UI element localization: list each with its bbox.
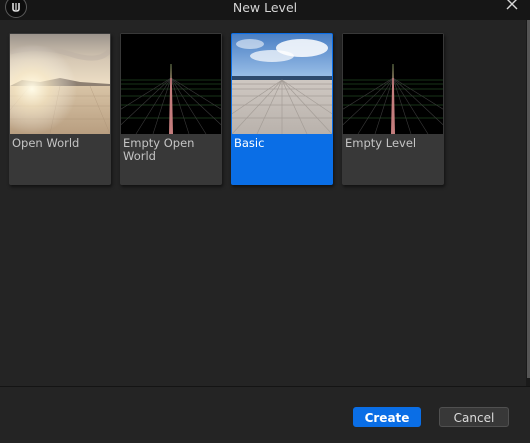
scrollbar[interactable] [526, 20, 530, 386]
title-bar: New Level [0, 0, 530, 20]
create-button[interactable]: Create [353, 407, 421, 427]
window-title: New Level [232, 0, 298, 15]
template-card-open-world[interactable]: Open World [9, 33, 111, 185]
template-label: Empty Open World [123, 136, 195, 163]
template-label: Basic [234, 136, 265, 150]
basic-thumbnail [232, 34, 332, 134]
template-card-empty-level[interactable]: Empty Level [342, 33, 444, 185]
template-card-basic[interactable]: Basic [231, 33, 333, 185]
close-icon[interactable] [504, 0, 520, 12]
open-world-thumbnail [10, 34, 110, 134]
template-label: Empty Level [345, 136, 417, 150]
empty-open-world-thumbnail [121, 34, 221, 134]
template-card-empty-open-world[interactable]: Empty Open World [120, 33, 222, 185]
cancel-button[interactable]: Cancel [439, 407, 509, 427]
template-grid: Open World Empty Open World Basic Empty … [0, 20, 526, 386]
empty-level-thumbnail [343, 34, 443, 134]
template-label: Open World [12, 136, 80, 150]
dialog-footer: Create Cancel [0, 386, 530, 443]
